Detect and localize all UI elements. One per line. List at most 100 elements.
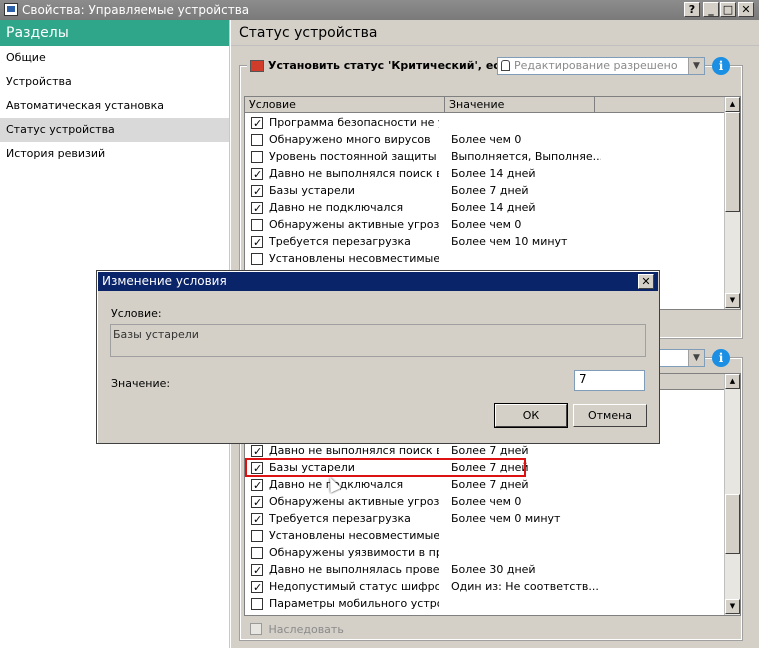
sidebar-item-general[interactable]: Общие	[0, 46, 229, 70]
condition-checkbox[interactable]	[251, 477, 263, 494]
table-row[interactable]: Недопустимый статус шифрова... Один из: Н…	[245, 578, 740, 596]
sidebar-item-devices[interactable]: Устройства	[0, 70, 229, 94]
condition-checkbox[interactable]	[251, 115, 263, 132]
condition-cell: Установлены несовместимые п...	[269, 529, 439, 542]
warning-permission-combo[interactable]: ▼	[659, 349, 705, 367]
condition-cell: Требуется перезагрузка	[269, 235, 411, 248]
condition-checkbox[interactable]	[251, 166, 263, 183]
value-cell: Более 14 дней	[451, 201, 536, 214]
monitor-critical-icon	[250, 60, 264, 72]
condition-checkbox[interactable]	[251, 579, 263, 596]
column-header-condition[interactable]: Условие	[245, 97, 445, 113]
scroll-up-icon[interactable]: ▲	[725, 97, 740, 112]
table-row[interactable]: Параметры мобильного устрой...	[245, 595, 740, 612]
condition-checkbox[interactable]	[251, 547, 263, 559]
value-cell: Более чем 10 минут	[451, 235, 568, 248]
table-row[interactable]: Обнаружено много вирусов Более чем 0	[245, 131, 740, 148]
page-title: Статус устройства	[231, 20, 759, 46]
condition-checkbox[interactable]	[251, 183, 263, 200]
value-cell: Более чем 0	[451, 133, 522, 146]
sidebar-item-auto-install[interactable]: Автоматическая установка	[0, 94, 229, 118]
maximize-button[interactable]: □	[720, 2, 736, 17]
condition-cell: Обнаружено много вирусов	[269, 133, 431, 146]
dialog-close-button[interactable]: ✕	[638, 274, 654, 289]
sidebar-header: Разделы	[0, 20, 229, 46]
condition-cell: Базы устарели	[269, 184, 355, 197]
edit-permission-combo[interactable]: Редактирование разрешено ▼	[497, 57, 705, 75]
condition-cell: Параметры мобильного устрой...	[269, 597, 439, 610]
warning-scrollbar[interactable]: ▲ ▼	[724, 374, 740, 615]
condition-cell: Давно не выполнялся поиск вр...	[269, 444, 439, 457]
value-cell: Выполняется, Выполняе...	[451, 150, 601, 163]
value-cell: Один из: Не соответств...	[451, 580, 599, 593]
highlight-box	[245, 458, 526, 477]
ok-button[interactable]: ОК	[494, 403, 568, 428]
table-row[interactable]: Требуется перезагрузка Более чем 0 минут	[245, 510, 740, 528]
table-row[interactable]: Давно не выполнялась провер... Более 30 д…	[245, 561, 740, 579]
inherit-checkbox[interactable]	[250, 623, 262, 635]
table-row[interactable]: Обнаружены активные угрозы Более чем 0	[245, 493, 740, 511]
condition-checkbox[interactable]	[251, 562, 263, 579]
scroll-thumb[interactable]	[725, 112, 740, 212]
info-icon[interactable]: i	[712, 57, 730, 75]
condition-checkbox[interactable]	[251, 598, 263, 610]
minimize-button[interactable]: _	[703, 2, 719, 17]
table-row[interactable]: Программа безопасности не уст...	[245, 114, 740, 132]
condition-cell: Установлены несовместимые п...	[269, 252, 439, 265]
condition-checkbox[interactable]	[251, 494, 263, 511]
cancel-button[interactable]: Отмена	[573, 404, 647, 427]
table-row[interactable]: Давно не подключался Более 7 дней	[245, 476, 740, 494]
critical-group-label: Установить статус 'Критический', если:	[268, 59, 520, 72]
sidebar-item-revision-history[interactable]: История ревизий	[0, 142, 229, 166]
table-row[interactable]: Обнаружены уязвимости в про...	[245, 544, 740, 561]
value-input[interactable]: 7	[574, 370, 645, 391]
scroll-up-icon[interactable]: ▲	[725, 374, 740, 389]
inherit-label: Наследовать	[268, 622, 344, 636]
value-cell: Более чем 0	[451, 218, 522, 231]
condition-cell: Обнаружены уязвимости в про...	[269, 546, 439, 559]
info-icon[interactable]: i	[712, 349, 730, 367]
window-titlebar: Свойства: Управляемые устройства ? _ □ ✕	[0, 0, 759, 20]
condition-checkbox[interactable]	[251, 511, 263, 528]
chevron-down-icon[interactable]: ▼	[688, 58, 704, 74]
scroll-down-icon[interactable]: ▼	[725, 293, 740, 308]
condition-checkbox[interactable]	[251, 200, 263, 217]
dialog-titlebar: Изменение условия ✕	[98, 272, 658, 291]
inherit-checkbox-row[interactable]: Наследовать	[250, 622, 344, 636]
scroll-thumb[interactable]	[725, 494, 740, 554]
condition-checkbox[interactable]	[251, 253, 263, 265]
scroll-down-icon[interactable]: ▼	[725, 599, 740, 614]
table-row[interactable]: Давно не подключался Более 14 дней	[245, 199, 740, 217]
condition-checkbox[interactable]	[251, 530, 263, 542]
lock-icon	[501, 60, 510, 71]
help-button[interactable]: ?	[684, 2, 700, 17]
table-row[interactable]: Давно не выполнялся поиск вр... Более 14 …	[245, 165, 740, 183]
value-cell: Более 7 дней	[451, 478, 529, 491]
table-row[interactable]: Базы устарели Более 7 дней	[245, 182, 740, 200]
value-cell: Более чем 0	[451, 495, 522, 508]
table-row[interactable]: Установлены несовместимые п...	[245, 250, 740, 267]
condition-cell: Требуется перезагрузка	[269, 512, 411, 525]
table-row[interactable]: Требуется перезагрузка Более чем 10 минут	[245, 233, 740, 251]
window-title: Свойства: Управляемые устройства	[22, 3, 250, 17]
condition-checkbox[interactable]	[251, 443, 263, 460]
condition-cell: Программа безопасности не уст...	[269, 116, 439, 129]
close-button[interactable]: ✕	[738, 2, 754, 17]
value-cell: Более 7 дней	[451, 184, 529, 197]
table-row[interactable]: Давно не выполнялся поиск вр... Более 7 д…	[245, 442, 740, 460]
table-row[interactable]: Установлены несовместимые п...	[245, 527, 740, 544]
dialog-title: Изменение условия	[102, 274, 227, 288]
chevron-down-icon[interactable]: ▼	[688, 350, 704, 366]
condition-checkbox[interactable]	[251, 219, 263, 231]
condition-checkbox[interactable]	[251, 134, 263, 146]
condition-checkbox[interactable]	[251, 234, 263, 251]
sidebar-item-device-status[interactable]: Статус устройства	[0, 118, 229, 142]
value-cell: Более 7 дней	[451, 444, 529, 457]
app-icon	[4, 3, 18, 16]
value-cell: Более 14 дней	[451, 167, 536, 180]
condition-checkbox[interactable]	[251, 151, 263, 163]
table-row[interactable]: Обнаружены активные угрозы Более чем 0	[245, 216, 740, 233]
column-header-value[interactable]: Значение	[445, 97, 595, 113]
critical-scrollbar[interactable]: ▲ ▼	[724, 97, 740, 309]
table-row[interactable]: Уровень постоянной защиты о... Выполняетс…	[245, 148, 740, 165]
